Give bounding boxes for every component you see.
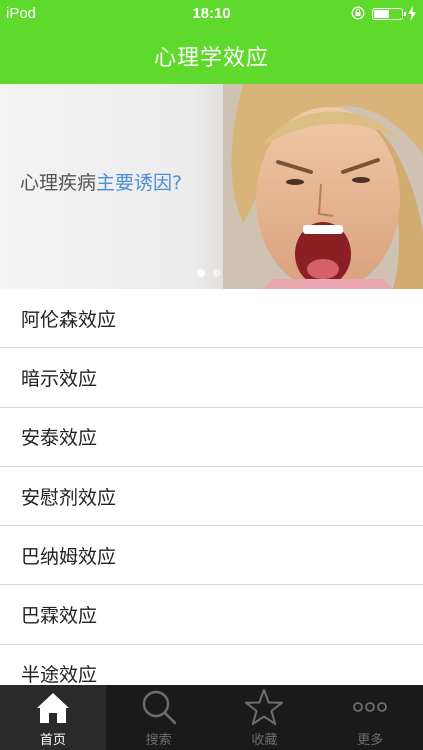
list-item-label: 阿伦森效应: [21, 308, 117, 331]
tab-home[interactable]: 首页: [0, 685, 106, 750]
list-item-label: 暗示效应: [21, 367, 98, 390]
banner-caption: 心理疾病主要诱因?: [20, 168, 182, 195]
list-item[interactable]: 半途效应: [0, 644, 423, 685]
carousel-dot-2[interactable]: [213, 269, 221, 277]
list-item-label: 安泰效应: [21, 427, 98, 450]
tab-favorites[interactable]: 收藏: [212, 685, 318, 750]
list-item[interactable]: 暗示效应: [0, 348, 423, 408]
list-item-label: 巴纳姆效应: [21, 545, 117, 568]
home-icon: [36, 693, 69, 723]
star-icon: [245, 689, 284, 725]
battery-icon: [372, 8, 406, 20]
banner-image: [223, 84, 423, 289]
list-item[interactable]: 安泰效应: [0, 407, 423, 467]
tab-more-label: 更多: [357, 733, 384, 748]
tab-more[interactable]: 更多: [317, 685, 423, 750]
list-item[interactable]: 安慰剂效应: [0, 466, 423, 527]
list-item[interactable]: 巴纳姆效应: [0, 526, 423, 586]
tab-favorites-label: 收藏: [251, 733, 278, 748]
more-icon: [353, 702, 388, 712]
list-item-label: 半途效应: [21, 664, 98, 685]
tab-home-label: 首页: [39, 733, 66, 748]
page-title: 心理学效应: [153, 46, 269, 71]
status-bar: iPod 18:10: [0, 0, 423, 28]
list-item-label: 安慰剂效应: [21, 486, 117, 509]
charging-icon: [408, 6, 416, 21]
rotation-lock-icon: [351, 6, 365, 20]
tab-search-label: 搜索: [145, 733, 172, 748]
tab-bar: 首页 搜索 收藏 更多: [0, 685, 423, 750]
tab-search[interactable]: 搜索: [106, 685, 212, 750]
list-item[interactable]: 巴霖效应: [0, 585, 423, 645]
banner-carousel[interactable]: 心理疾病主要诱因?: [0, 84, 423, 289]
banner-caption-text: 心理疾病: [20, 172, 97, 194]
carousel-dot-1[interactable]: [197, 269, 205, 277]
list-item-label: 巴霖效应: [21, 605, 98, 628]
nav-bar: 心理学效应: [0, 28, 423, 84]
banner-caption-highlight: 主要诱因?: [96, 172, 183, 194]
effects-list: 阿伦森效应 暗示效应 安泰效应 安慰剂效应 巴纳姆效应 巴霖效应 半途效应: [0, 289, 423, 685]
search-icon: [142, 690, 176, 725]
carousel-page-indicator[interactable]: [197, 269, 221, 277]
list-item[interactable]: 阿伦森效应: [0, 289, 423, 349]
